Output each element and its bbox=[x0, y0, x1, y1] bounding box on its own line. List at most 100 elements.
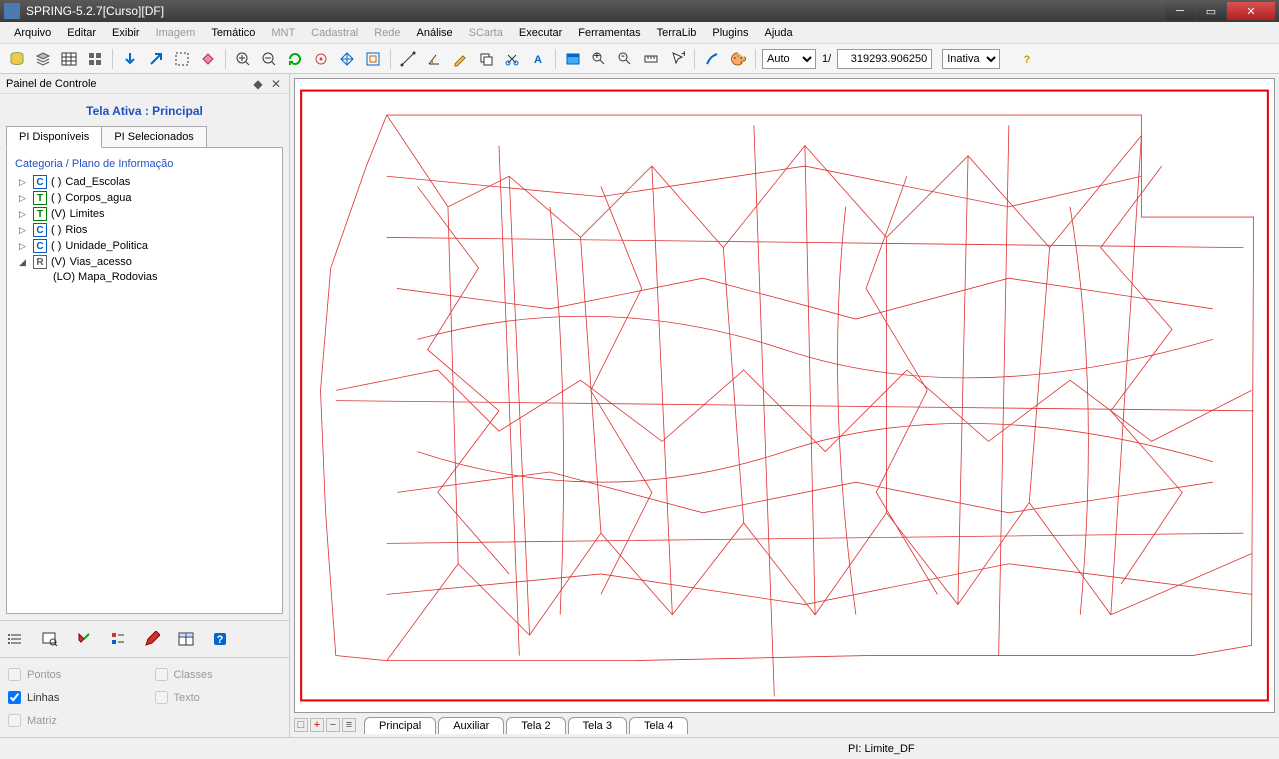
view-restore-icon[interactable]: □ bbox=[294, 718, 308, 732]
menu-ferramentas[interactable]: Ferramentas bbox=[570, 24, 648, 42]
tab-disponiveis[interactable]: PI Disponíveis bbox=[6, 126, 102, 148]
tree-item-mapa-rodovias[interactable]: (LO) Mapa_Rodovias bbox=[13, 270, 276, 284]
check-matriz[interactable]: Matriz bbox=[8, 714, 135, 727]
menu-exibir[interactable]: Exibir bbox=[104, 24, 148, 42]
menu-editar[interactable]: Editar bbox=[59, 24, 104, 42]
table-icon[interactable] bbox=[176, 629, 196, 649]
close-button[interactable]: ✕ bbox=[1227, 2, 1275, 20]
help2-icon[interactable]: ? bbox=[210, 629, 230, 649]
view-tab-auxiliar[interactable]: Auxiliar bbox=[438, 717, 504, 734]
zoom-out-icon[interactable] bbox=[258, 48, 280, 70]
painel-icon[interactable] bbox=[58, 48, 80, 70]
state-select[interactable]: Inativa bbox=[942, 49, 1000, 69]
menu-imagem[interactable]: Imagem bbox=[148, 24, 204, 42]
measure-angle-icon[interactable] bbox=[423, 48, 445, 70]
view-add-icon[interactable]: + bbox=[310, 718, 324, 732]
expand-icon[interactable]: ▷ bbox=[19, 193, 29, 204]
tree-label: Cad_Escolas bbox=[65, 176, 130, 188]
expand-icon[interactable]: ▷ bbox=[19, 241, 29, 252]
help-icon[interactable]: ? bbox=[1016, 48, 1038, 70]
ruler-icon[interactable] bbox=[640, 48, 662, 70]
tree-item-unidade-politica[interactable]: ▷ C ( ) Unidade_Politica bbox=[13, 238, 276, 254]
zoom-window-icon[interactable]: + bbox=[588, 48, 610, 70]
check-classes[interactable]: Classes bbox=[155, 668, 282, 681]
arrow-diag-icon[interactable] bbox=[145, 48, 167, 70]
tree-item-rios[interactable]: ▷ C ( ) Rios bbox=[13, 222, 276, 238]
check-matriz-input[interactable] bbox=[8, 714, 21, 727]
window-icon[interactable] bbox=[562, 48, 584, 70]
view-tab-tela4[interactable]: Tela 4 bbox=[629, 717, 688, 734]
edit-icon[interactable] bbox=[449, 48, 471, 70]
scale-mode-select[interactable]: Auto bbox=[762, 49, 816, 69]
tree-item-corpos-agua[interactable]: ▷ T ( ) Corpos_agua bbox=[13, 190, 276, 206]
expand-icon[interactable]: ▷ bbox=[19, 177, 29, 188]
check-texto-input[interactable] bbox=[155, 691, 168, 704]
palette-icon[interactable] bbox=[727, 48, 749, 70]
svg-text:?: ? bbox=[217, 634, 224, 646]
zoom-in-icon[interactable] bbox=[232, 48, 254, 70]
menu-mnt[interactable]: MNT bbox=[263, 24, 303, 42]
cut-icon[interactable] bbox=[501, 48, 523, 70]
view-tab-tela2[interactable]: Tela 2 bbox=[506, 717, 565, 734]
legend-icon[interactable] bbox=[108, 629, 128, 649]
svg-text:A: A bbox=[534, 54, 542, 66]
tree-item-cad-escolas[interactable]: ▷ C ( ) Cad_Escolas bbox=[13, 174, 276, 190]
minimize-button[interactable]: ─ bbox=[1165, 2, 1195, 20]
menu-terralib[interactable]: TerraLib bbox=[649, 24, 705, 42]
zoom-window2-icon[interactable]: - bbox=[614, 48, 636, 70]
expand-icon[interactable]: ▷ bbox=[19, 225, 29, 236]
select-icon[interactable] bbox=[171, 48, 193, 70]
collapse-icon[interactable]: ◢ bbox=[19, 257, 29, 268]
arrow-down-icon[interactable] bbox=[119, 48, 141, 70]
copy-icon[interactable] bbox=[475, 48, 497, 70]
view-tab-tela3[interactable]: Tela 3 bbox=[568, 717, 627, 734]
view-tab-principal[interactable]: Principal bbox=[364, 717, 436, 734]
check-linhas[interactable]: Linhas bbox=[8, 691, 135, 704]
menu-scarta[interactable]: SCarta bbox=[461, 24, 511, 42]
db-icon[interactable] bbox=[6, 48, 28, 70]
check-texto[interactable]: Texto bbox=[155, 691, 282, 704]
category-header[interactable]: Categoria / Plano de Informação bbox=[13, 154, 276, 174]
find-icon[interactable] bbox=[40, 629, 60, 649]
view-more-icon[interactable]: ≡ bbox=[342, 718, 356, 732]
menu-executar[interactable]: Executar bbox=[511, 24, 570, 42]
measure-line-icon[interactable] bbox=[397, 48, 419, 70]
style-icon[interactable] bbox=[74, 629, 94, 649]
check-pontos-input[interactable] bbox=[8, 668, 21, 681]
panel-float-icon[interactable]: ◆ bbox=[251, 77, 265, 91]
layers-icon[interactable] bbox=[32, 48, 54, 70]
tree-status: ( ) bbox=[51, 240, 61, 252]
check-classes-input[interactable] bbox=[155, 668, 168, 681]
map-canvas[interactable] bbox=[294, 78, 1275, 713]
pan-icon[interactable] bbox=[336, 48, 358, 70]
menu-arquivo[interactable]: Arquivo bbox=[6, 24, 59, 42]
target-icon[interactable] bbox=[310, 48, 332, 70]
grid-icon[interactable] bbox=[84, 48, 106, 70]
pointer-icon[interactable]: + bbox=[666, 48, 688, 70]
maximize-button[interactable]: ▭ bbox=[1196, 2, 1226, 20]
menu-rede[interactable]: Rede bbox=[366, 24, 408, 42]
pencil-icon[interactable] bbox=[142, 629, 162, 649]
check-linhas-input[interactable] bbox=[8, 691, 21, 704]
list-icon[interactable] bbox=[6, 629, 26, 649]
view-remove-icon[interactable]: − bbox=[326, 718, 340, 732]
tree-item-vias-acesso[interactable]: ◢ R (V) Vias_acesso bbox=[13, 254, 276, 270]
pen-icon[interactable] bbox=[701, 48, 723, 70]
scale-input[interactable] bbox=[837, 49, 932, 69]
paint-icon[interactable] bbox=[197, 48, 219, 70]
tab-selecionados[interactable]: PI Selecionados bbox=[101, 126, 207, 148]
extent-icon[interactable] bbox=[362, 48, 384, 70]
check-pontos[interactable]: Pontos bbox=[8, 668, 135, 681]
menu-plugins[interactable]: Plugins bbox=[704, 24, 756, 42]
refresh-icon[interactable] bbox=[284, 48, 306, 70]
menu-analise[interactable]: Análise bbox=[409, 24, 461, 42]
text-icon[interactable]: A bbox=[527, 48, 549, 70]
panel-close-icon[interactable]: ✕ bbox=[269, 77, 283, 91]
menu-ajuda[interactable]: Ajuda bbox=[756, 24, 800, 42]
view-tabs: Principal Auxiliar Tela 2 Tela 3 Tela 4 bbox=[364, 717, 688, 734]
tree-item-limites[interactable]: ▷ T (V) Limites bbox=[13, 206, 276, 222]
menu-cadastral[interactable]: Cadastral bbox=[303, 24, 366, 42]
menu-tematico[interactable]: Temático bbox=[203, 24, 263, 42]
expand-icon[interactable]: ▷ bbox=[19, 209, 29, 220]
svg-text:-: - bbox=[621, 51, 625, 62]
